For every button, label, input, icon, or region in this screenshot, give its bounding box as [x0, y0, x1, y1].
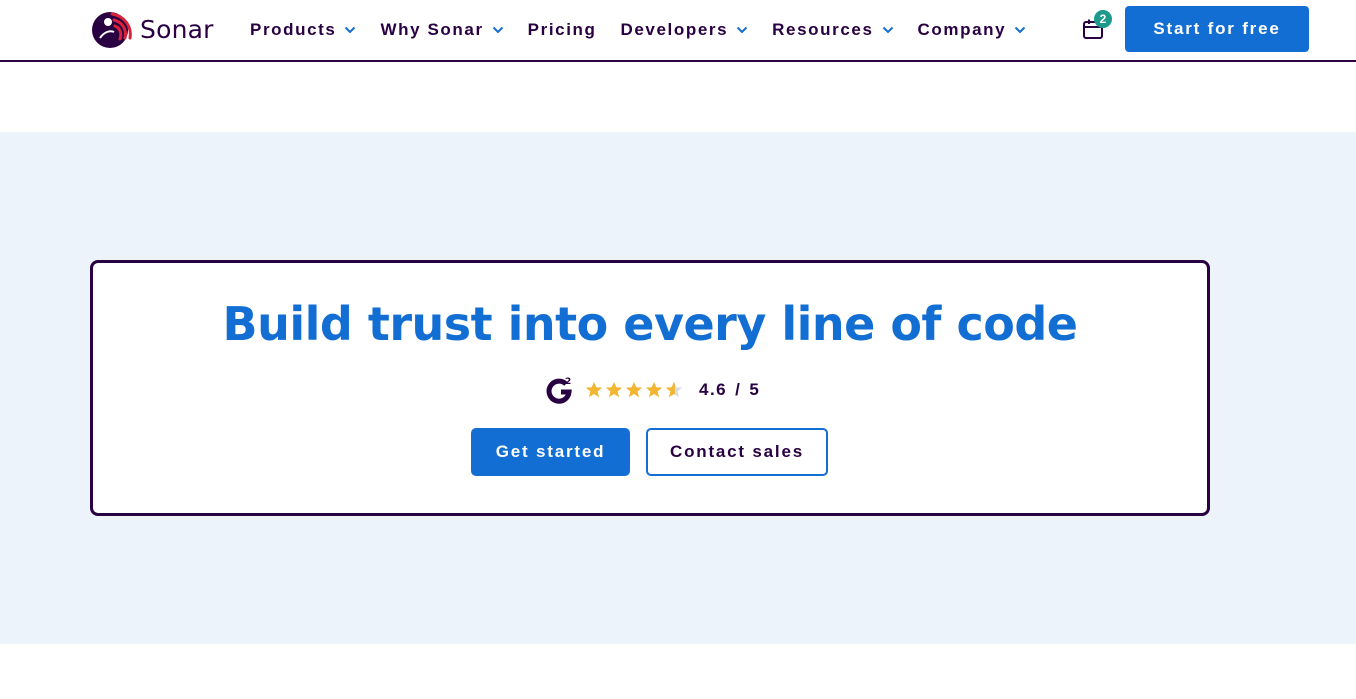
nav-item-company[interactable]: Company	[918, 20, 1027, 40]
nav-item-label: Pricing	[527, 20, 597, 39]
g2-rating[interactable]: 2 4.6 / 5	[545, 374, 764, 406]
rating-separator: /	[735, 380, 742, 399]
sonar-logo[interactable]: Sonar	[90, 8, 214, 50]
svg-text:2: 2	[565, 377, 571, 387]
star-rating	[585, 381, 683, 399]
nav-item-why-sonar[interactable]: Why Sonar	[380, 20, 503, 40]
get-started-button[interactable]: Get started	[471, 428, 630, 476]
nav-item-label: Products	[250, 20, 337, 39]
site-header: Sonar Products Why Sonar Pricing Develop…	[0, 0, 1356, 62]
star-icon	[625, 381, 643, 398]
nav-item-label: Company	[917, 20, 1007, 39]
nav-item-products[interactable]: Products	[250, 20, 356, 40]
half-star-icon	[665, 381, 683, 398]
nav-item-pricing[interactable]: Pricing	[528, 20, 597, 40]
nav-item-resources[interactable]: Resources	[772, 20, 893, 40]
rating-score: 4.6 / 5	[695, 380, 764, 400]
brand-name: Sonar	[140, 14, 214, 44]
nav-item-label: Resources	[772, 20, 874, 39]
start-for-free-button[interactable]: Start for free	[1125, 6, 1309, 52]
nav-item-label: Why Sonar	[380, 20, 484, 39]
hero-headline: Build trust into every line of code	[222, 297, 1078, 351]
calendar-badge: 2	[1094, 10, 1112, 28]
main-nav: Products Why Sonar Pricing Developers Re…	[250, 18, 1050, 42]
hero-section: Build trust into every line of code 2 4.…	[0, 132, 1356, 644]
chevron-down-icon	[736, 26, 748, 34]
star-icon	[605, 381, 623, 398]
nav-item-developers[interactable]: Developers	[621, 20, 749, 40]
chevron-down-icon	[345, 26, 356, 34]
g2-logo-icon: 2	[546, 376, 574, 404]
chevron-down-icon	[1014, 26, 1026, 34]
star-icon	[645, 381, 663, 398]
sonar-logo-icon	[92, 12, 132, 48]
hero-card: Build trust into every line of code 2 4.…	[90, 260, 1210, 516]
nav-item-label: Developers	[620, 20, 729, 39]
contact-sales-button[interactable]: Contact sales	[646, 428, 828, 476]
rating-max: 5	[749, 380, 761, 399]
rating-value: 4.6	[699, 380, 728, 399]
star-icon	[585, 381, 603, 398]
chevron-down-icon	[882, 26, 893, 34]
chevron-down-icon	[492, 26, 503, 34]
